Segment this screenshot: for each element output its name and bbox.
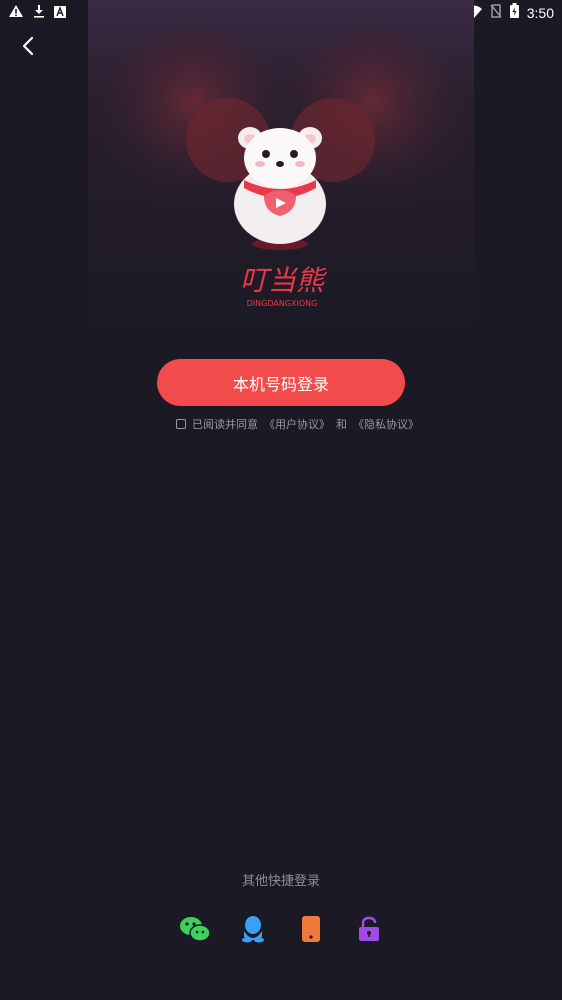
svg-text:DINGDANGXIONG: DINGDANGXIONG — [247, 299, 318, 308]
wechat-login-button[interactable] — [178, 912, 212, 946]
qq-icon — [242, 916, 264, 943]
a-icon — [54, 3, 66, 22]
chevron-left-icon — [21, 36, 35, 60]
brand-logo: 叮当熊 DINGDANGXIONG — [240, 264, 327, 308]
bear-mascot — [234, 127, 326, 250]
privacy-agreement-link[interactable]: 《隐私协议》 — [353, 416, 419, 432]
warning-icon — [8, 3, 24, 22]
user-agreement-link[interactable]: 《用户协议》 — [264, 416, 330, 432]
agreement-row: 已阅读并同意 《用户协议》和《隐私协议》 — [176, 416, 419, 432]
lock-icon — [359, 916, 379, 941]
svg-text:叮当熊: 叮当熊 — [240, 264, 327, 297]
quick-login-title: 其他快捷登录 — [241, 874, 320, 889]
status-time: 3:50 — [526, 4, 554, 21]
agreement-prefix: 已阅读并同意 — [192, 418, 258, 431]
password-login-button[interactable] — [352, 912, 386, 946]
battery-charging-icon — [509, 3, 519, 22]
phone-login-button[interactable] — [294, 912, 328, 946]
back-button[interactable] — [14, 34, 42, 62]
wechat-icon — [180, 917, 211, 942]
local-number-login-button[interactable]: 本机号码登录 — [157, 359, 405, 406]
agreement-conjunction: 和 — [336, 418, 347, 431]
qq-login-button[interactable] — [236, 912, 270, 946]
agreement-checkbox[interactable] — [176, 419, 186, 429]
quick-login-row — [178, 912, 386, 946]
no-sim-icon — [490, 3, 502, 22]
phone-icon — [302, 916, 320, 942]
download-icon — [32, 3, 46, 22]
